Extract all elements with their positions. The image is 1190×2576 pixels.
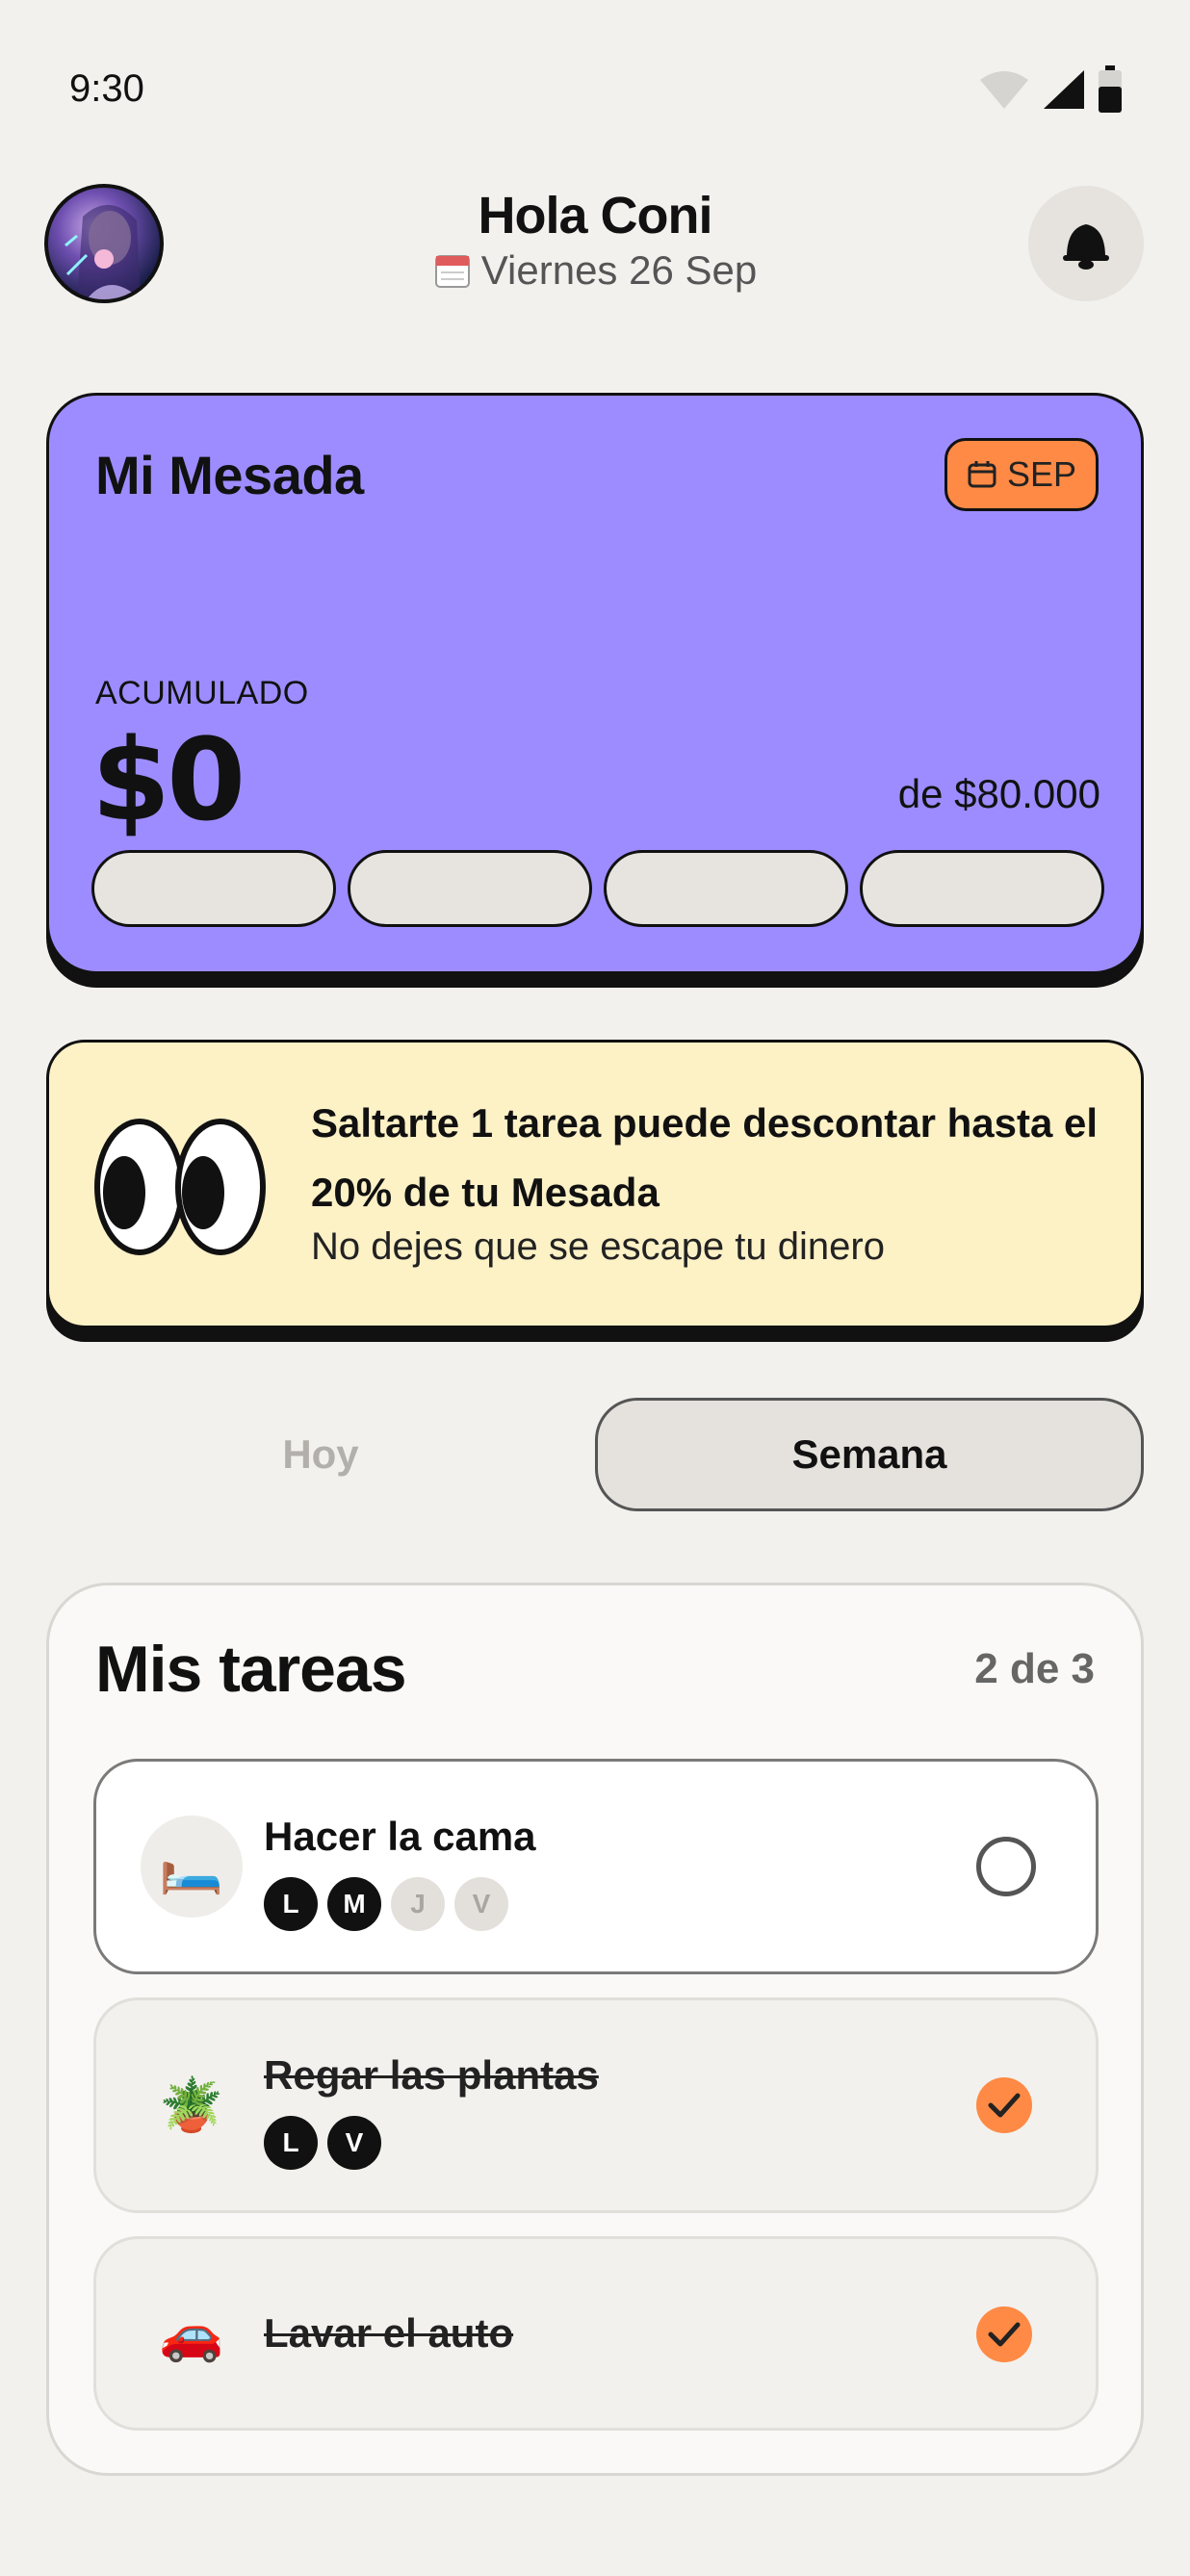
day-chip: L [264, 2116, 318, 2170]
bell-icon [1063, 224, 1109, 270]
progress-segment [860, 850, 1104, 927]
signal-icon [1044, 70, 1084, 109]
accumulated-label: ACUMULADO [95, 675, 309, 711]
day-chip: V [454, 1877, 508, 1931]
month-badge[interactable]: SEP [944, 438, 1099, 511]
tab-today[interactable]: Hoy [46, 1398, 595, 1511]
month-badge-label: SEP [1006, 454, 1076, 494]
tab-week[interactable]: Semana [595, 1398, 1144, 1511]
bed-icon: 🛏️ [141, 1816, 243, 1918]
checkmark-icon [988, 2093, 1021, 2118]
accumulated-amount: $0 [91, 713, 246, 846]
calendar-icon [968, 461, 996, 488]
warning-subtitle: No dejes que se escape tu dinero [311, 1225, 885, 1268]
status-time: 9:30 [69, 67, 144, 110]
day-chip: M [327, 1877, 381, 1931]
greeting-title: Hola Coni [478, 187, 713, 245]
tasks-panel: Mis tareas 2 de 3 🛏️ Hacer la cama L M J… [46, 1583, 1144, 2476]
day-chip: J [391, 1877, 445, 1931]
task-checkbox[interactable] [976, 1837, 1036, 1896]
date-row: Viernes 26 Sep [0, 247, 1190, 294]
task-item[interactable]: 🪴 Regar las plantas L V [93, 1997, 1099, 2213]
allowance-title: Mi Mesada [95, 445, 364, 505]
task-days: L V [264, 2116, 381, 2170]
warning-title: Saltarte 1 tarea puede descontar hasta e… [311, 1100, 1099, 1215]
date-label: Viernes 26 Sep [480, 247, 758, 293]
task-name: Hacer la cama [264, 1814, 536, 1859]
progress-segment [91, 850, 336, 927]
task-name: Lavar el auto [264, 2310, 514, 2356]
eyes-icon [94, 1119, 266, 1255]
progress-segment [604, 850, 848, 927]
calendar-icon [434, 255, 470, 288]
day-chip: L [264, 1877, 318, 1931]
status-bar: 9:30 [0, 0, 1190, 144]
tasks-count: 2 de 3 [974, 1645, 1095, 1692]
progress-segment [348, 850, 592, 927]
warning-card: Saltarte 1 tarea puede descontar hasta e… [46, 1040, 1144, 1328]
header: Hola Coni Viernes 26 Sep [0, 178, 1190, 313]
allowance-goal: de $80.000 [897, 771, 1100, 816]
task-days: L M J V [264, 1877, 508, 1931]
tasks-title: Mis tareas [95, 1633, 407, 1706]
battery-icon [1099, 65, 1122, 113]
notifications-button[interactable] [1028, 186, 1144, 301]
car-icon: 🚗 [159, 2305, 224, 2363]
task-checkbox-checked[interactable] [976, 2077, 1032, 2133]
status-icons [978, 65, 1123, 114]
allowance-card[interactable]: Mi Mesada SEP ACUMULADO $0 de $80.000 [46, 393, 1144, 974]
allowance-progress [91, 850, 1104, 927]
task-item[interactable]: 🚗 Lavar el auto [93, 2236, 1099, 2431]
task-name: Regar las plantas [264, 2052, 599, 2098]
potted-plant-icon: 🪴 [159, 2075, 224, 2134]
task-checkbox-checked[interactable] [976, 2306, 1032, 2362]
task-item[interactable]: 🛏️ Hacer la cama L M J V [93, 1759, 1099, 1974]
day-chip: V [327, 2116, 381, 2170]
wifi-icon [980, 71, 1028, 109]
checkmark-icon [988, 2322, 1021, 2347]
